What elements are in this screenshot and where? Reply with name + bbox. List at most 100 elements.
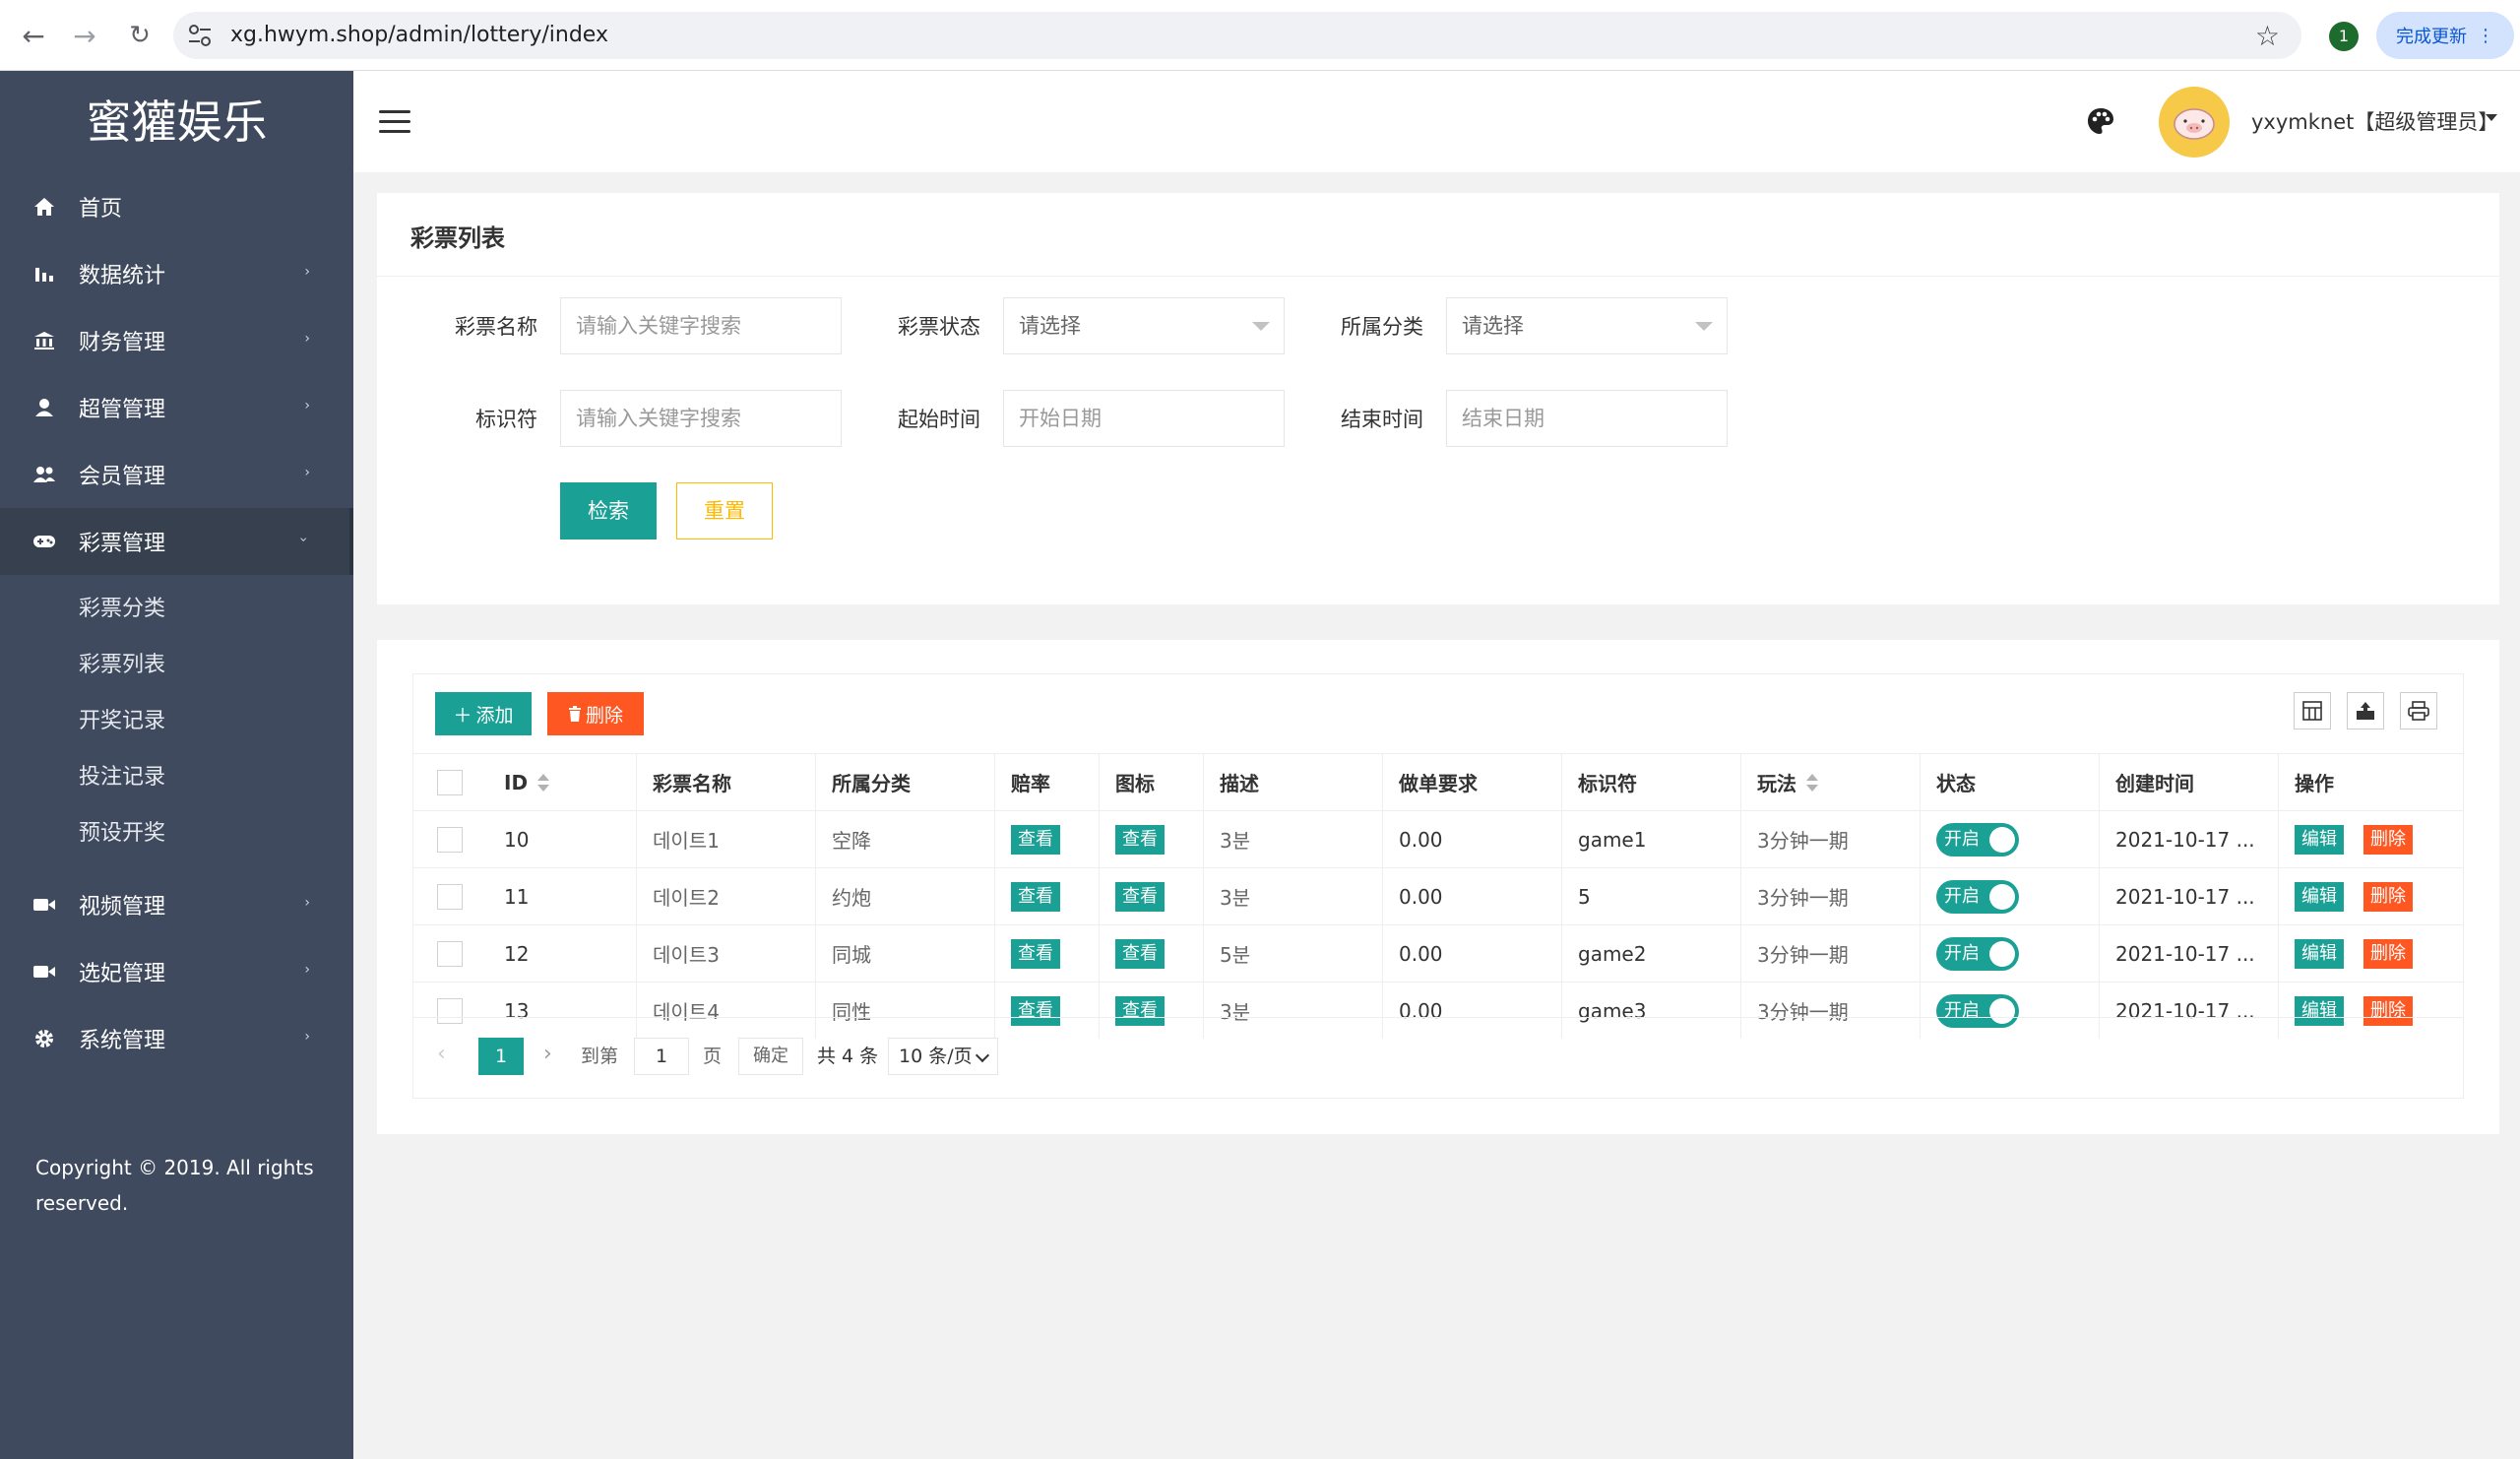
header-created: 创建时间: [2099, 754, 2278, 810]
delete-row-button[interactable]: 删除: [2363, 881, 2413, 912]
goto-confirm-button[interactable]: 确定: [738, 1038, 803, 1075]
prev-page-icon[interactable]: ‹: [437, 1042, 446, 1066]
chevron-right-icon: ›: [304, 264, 310, 280]
end-date-input[interactable]: 结束日期: [1446, 390, 1728, 447]
sidebar: 蜜獾娱乐 首页 数据统计 › 财务管理 › 超管管理 › 会员管理 › 彩票管理…: [0, 71, 353, 1459]
submenu-lottery-category[interactable]: 彩票分类: [0, 581, 353, 637]
row-checkbox[interactable]: [437, 883, 463, 910]
header-id[interactable]: ID: [488, 754, 636, 810]
sort-icon[interactable]: [1806, 773, 1818, 792]
edit-button[interactable]: 编辑: [2295, 881, 2344, 912]
chevron-right-icon: ›: [304, 465, 310, 480]
extension-badge[interactable]: 1: [2329, 22, 2359, 51]
submenu-preset-draw[interactable]: 预设开奖: [0, 805, 353, 861]
more-vert-icon[interactable]: ⋮: [2477, 26, 2494, 46]
status-toggle[interactable]: 开启: [1936, 822, 2019, 856]
cell-actions: 编辑 删除: [2278, 811, 2463, 867]
sidebar-item-label: 系统管理: [79, 1029, 166, 1053]
submenu-bet-records[interactable]: 投注记录: [0, 749, 353, 805]
page-size-select[interactable]: 10 条/页: [888, 1038, 998, 1075]
toggle-knob: [1989, 883, 2015, 910]
status-toggle[interactable]: 开启: [1936, 936, 2019, 971]
search-panel: 彩票列表 彩票名称 请输入关键字搜索 彩票状态 请选择 所属分类 请选择 标识符…: [377, 193, 2499, 604]
submenu-draw-records[interactable]: 开奖记录: [0, 693, 353, 749]
table-panel: ＋添加 删除 ID 彩票名称 所属分类 赔率 图标 描述 做单要求 标识符 玩法…: [377, 640, 2499, 1134]
video-icon: [32, 892, 57, 918]
start-date-input[interactable]: 开始日期: [1003, 390, 1285, 447]
sidebar-item-finance[interactable]: 财务管理 ›: [0, 307, 353, 374]
header-status: 状态: [1920, 754, 2099, 810]
sidebar-item-system[interactable]: 系统管理 ›: [0, 1005, 353, 1072]
sidebar-item-video[interactable]: 视频管理 ›: [0, 871, 353, 938]
header-key: 标识符: [1561, 754, 1740, 810]
row-checkbox-cell: [413, 925, 488, 982]
row-checkbox[interactable]: [437, 826, 463, 853]
row-checkbox-cell: [413, 811, 488, 867]
category-select[interactable]: 请选择: [1446, 297, 1728, 354]
print-icon[interactable]: [2400, 692, 2437, 730]
key-input[interactable]: 请输入关键字搜索: [560, 390, 842, 447]
sidebar-item-lottery[interactable]: 彩票管理 ›: [0, 508, 353, 575]
reset-button[interactable]: 重置: [676, 482, 773, 539]
forward-icon[interactable]: →: [67, 18, 102, 53]
update-button[interactable]: 完成更新 ⋮: [2376, 12, 2514, 59]
header-play[interactable]: 玩法: [1740, 754, 1920, 810]
edit-button[interactable]: 编辑: [2295, 824, 2344, 855]
next-page-icon[interactable]: ›: [543, 1042, 552, 1066]
table-row: 10 데이트1 空降 查看 查看 3분 0.00 game1 3分钟一期 开启 2021-10-17…: [413, 810, 2463, 867]
columns-filter-icon[interactable]: [2294, 692, 2331, 730]
bookmark-star-icon[interactable]: ☆: [2255, 20, 2280, 52]
lottery-status-select[interactable]: 请选择: [1003, 297, 1285, 354]
cell-icon: 查看: [1099, 811, 1203, 867]
app-logo[interactable]: 蜜獾娱乐: [0, 71, 353, 173]
current-page[interactable]: 1: [478, 1038, 524, 1075]
caret-down-icon[interactable]: [2486, 114, 2497, 121]
avatar[interactable]: [2159, 87, 2230, 158]
sidebar-item-home[interactable]: 首页: [0, 173, 353, 240]
add-button[interactable]: ＋添加: [435, 692, 532, 735]
view-icon-button[interactable]: 查看: [1115, 938, 1165, 969]
view-icon-button[interactable]: 查看: [1115, 824, 1165, 855]
view-icon-button[interactable]: 查看: [1115, 881, 1165, 912]
users-icon: [32, 462, 57, 487]
batch-delete-button[interactable]: 删除: [547, 692, 644, 735]
cell-requirement: 0.00: [1382, 811, 1561, 867]
username[interactable]: yxymknet【超级管理员】: [2251, 106, 2498, 136]
delete-row-button[interactable]: 删除: [2363, 938, 2413, 969]
page-title: 彩票列表: [410, 224, 505, 252]
header-name: 彩票名称: [636, 754, 815, 810]
address-bar[interactable]: xg.hwym.shop/admin/lottery/index ☆: [173, 12, 2301, 59]
end-time-label: 结束时间: [1341, 408, 1423, 431]
view-odds-button[interactable]: 查看: [1011, 881, 1060, 912]
menu-toggle-icon[interactable]: [379, 110, 410, 134]
search-button[interactable]: 检索: [560, 482, 657, 539]
sidebar-item-label: 超管管理: [79, 398, 166, 422]
export-icon[interactable]: [2347, 692, 2384, 730]
url-text: xg.hwym.shop/admin/lottery/index: [230, 23, 608, 47]
palette-icon[interactable]: [2086, 106, 2115, 136]
reload-icon[interactable]: ↻: [122, 18, 158, 53]
category-value: 请选择: [1462, 314, 1524, 338]
view-odds-button[interactable]: 查看: [1011, 824, 1060, 855]
sort-icon[interactable]: [537, 773, 550, 792]
back-icon[interactable]: ←: [16, 18, 51, 53]
goto-page-input[interactable]: 1: [634, 1038, 689, 1075]
view-odds-button[interactable]: 查看: [1011, 938, 1060, 969]
sidebar-item-stats[interactable]: 数据统计 ›: [0, 240, 353, 307]
site-info-icon[interactable]: [187, 24, 213, 47]
cell-created: 2021-10-17 ...: [2099, 868, 2278, 924]
edit-button[interactable]: 编辑: [2295, 938, 2344, 969]
sidebar-item-admins[interactable]: 超管管理 ›: [0, 374, 353, 441]
bar-chart-icon: [32, 261, 57, 286]
cell-category: 空降: [815, 811, 994, 867]
submenu-lottery-list[interactable]: 彩票列表: [0, 637, 353, 693]
row-checkbox[interactable]: [437, 940, 463, 967]
select-all-checkbox[interactable]: [437, 769, 463, 795]
lottery-name-input[interactable]: 请输入关键字搜索: [560, 297, 842, 354]
delete-row-button[interactable]: 删除: [2363, 824, 2413, 855]
status-toggle[interactable]: 开启: [1936, 879, 2019, 914]
sidebar-item-members[interactable]: 会员管理 ›: [0, 441, 353, 508]
chevron-down-icon: [975, 1047, 990, 1063]
status-toggle-label: 开启: [1944, 828, 1980, 850]
sidebar-item-concubine[interactable]: 选妃管理 ›: [0, 938, 353, 1005]
